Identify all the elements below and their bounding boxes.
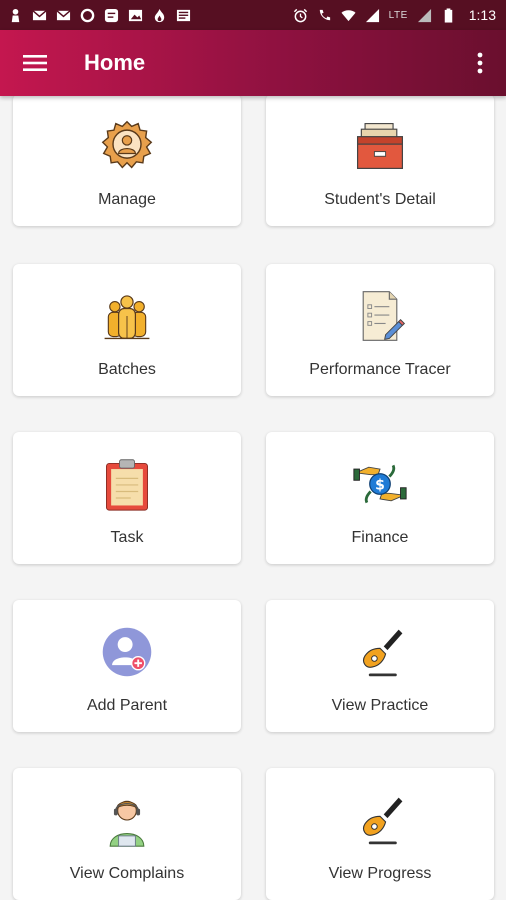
signal-icon xyxy=(365,8,380,23)
gmail-icon xyxy=(56,8,71,23)
tile-label: Batches xyxy=(98,361,156,378)
gmail-icon xyxy=(32,8,47,23)
file-drawer-icon xyxy=(350,116,410,176)
add-user-icon xyxy=(97,622,157,682)
clock: 1:13 xyxy=(468,7,496,23)
tile-label: Manage xyxy=(98,191,156,208)
volte-icon xyxy=(317,8,332,23)
app-bar: Home xyxy=(0,30,506,96)
network-type-label: LTE xyxy=(388,9,408,21)
dashboard-grid: Manage Student's Detail Batches Performa… xyxy=(0,96,506,900)
tile-students-detail[interactable]: Student's Detail xyxy=(266,96,494,226)
tile-view-practice[interactable]: View Practice xyxy=(266,600,494,732)
svg-text:$: $ xyxy=(375,478,385,494)
tile-label: Student's Detail xyxy=(324,191,436,208)
tile-task[interactable]: Task xyxy=(13,432,241,564)
tile-performance-tracer[interactable]: Performance Tracer xyxy=(266,264,494,396)
image-icon xyxy=(128,8,143,23)
tile-label: View Complains xyxy=(69,865,185,882)
page-title: Home xyxy=(84,50,146,75)
tile-view-complains[interactable]: View Complains xyxy=(13,768,241,900)
circle-icon xyxy=(80,8,95,23)
tile-label: Finance xyxy=(351,529,409,546)
chat-icon xyxy=(104,8,119,23)
tile-label: View Progress xyxy=(328,865,432,882)
wifi-icon xyxy=(341,8,356,23)
flame-icon xyxy=(152,8,167,23)
signal-icon xyxy=(417,8,432,23)
battery-icon xyxy=(441,7,456,23)
notification-icons xyxy=(8,8,191,23)
alarm-icon xyxy=(293,8,308,23)
support-agent-icon xyxy=(97,790,157,850)
guitar-icon xyxy=(350,790,410,850)
tile-view-progress[interactable]: View Progress xyxy=(266,768,494,900)
checklist-icon xyxy=(350,286,410,346)
group-icon xyxy=(97,286,157,346)
person-icon xyxy=(8,8,23,23)
system-icons: LTE 1:13 xyxy=(293,7,496,23)
news-icon xyxy=(176,8,191,23)
status-bar: LTE 1:13 xyxy=(0,0,506,30)
tile-label: Add Parent xyxy=(86,697,168,714)
tile-batches[interactable]: Batches xyxy=(13,264,241,396)
tile-finance[interactable]: $ Finance xyxy=(266,432,494,564)
tile-add-parent[interactable]: Add Parent xyxy=(13,600,241,732)
tile-manage[interactable]: Manage xyxy=(13,96,241,226)
tile-label: Performance Tracer xyxy=(309,361,451,378)
tile-label: View Practice xyxy=(331,697,429,714)
guitar-icon xyxy=(350,622,410,682)
clipboard-icon xyxy=(97,454,157,514)
money-exchange-icon: $ xyxy=(350,454,410,514)
tile-label: Task xyxy=(110,529,144,546)
gear-user-icon xyxy=(97,116,157,176)
more-vert-icon[interactable] xyxy=(468,48,492,78)
hamburger-menu-icon[interactable] xyxy=(20,48,50,78)
